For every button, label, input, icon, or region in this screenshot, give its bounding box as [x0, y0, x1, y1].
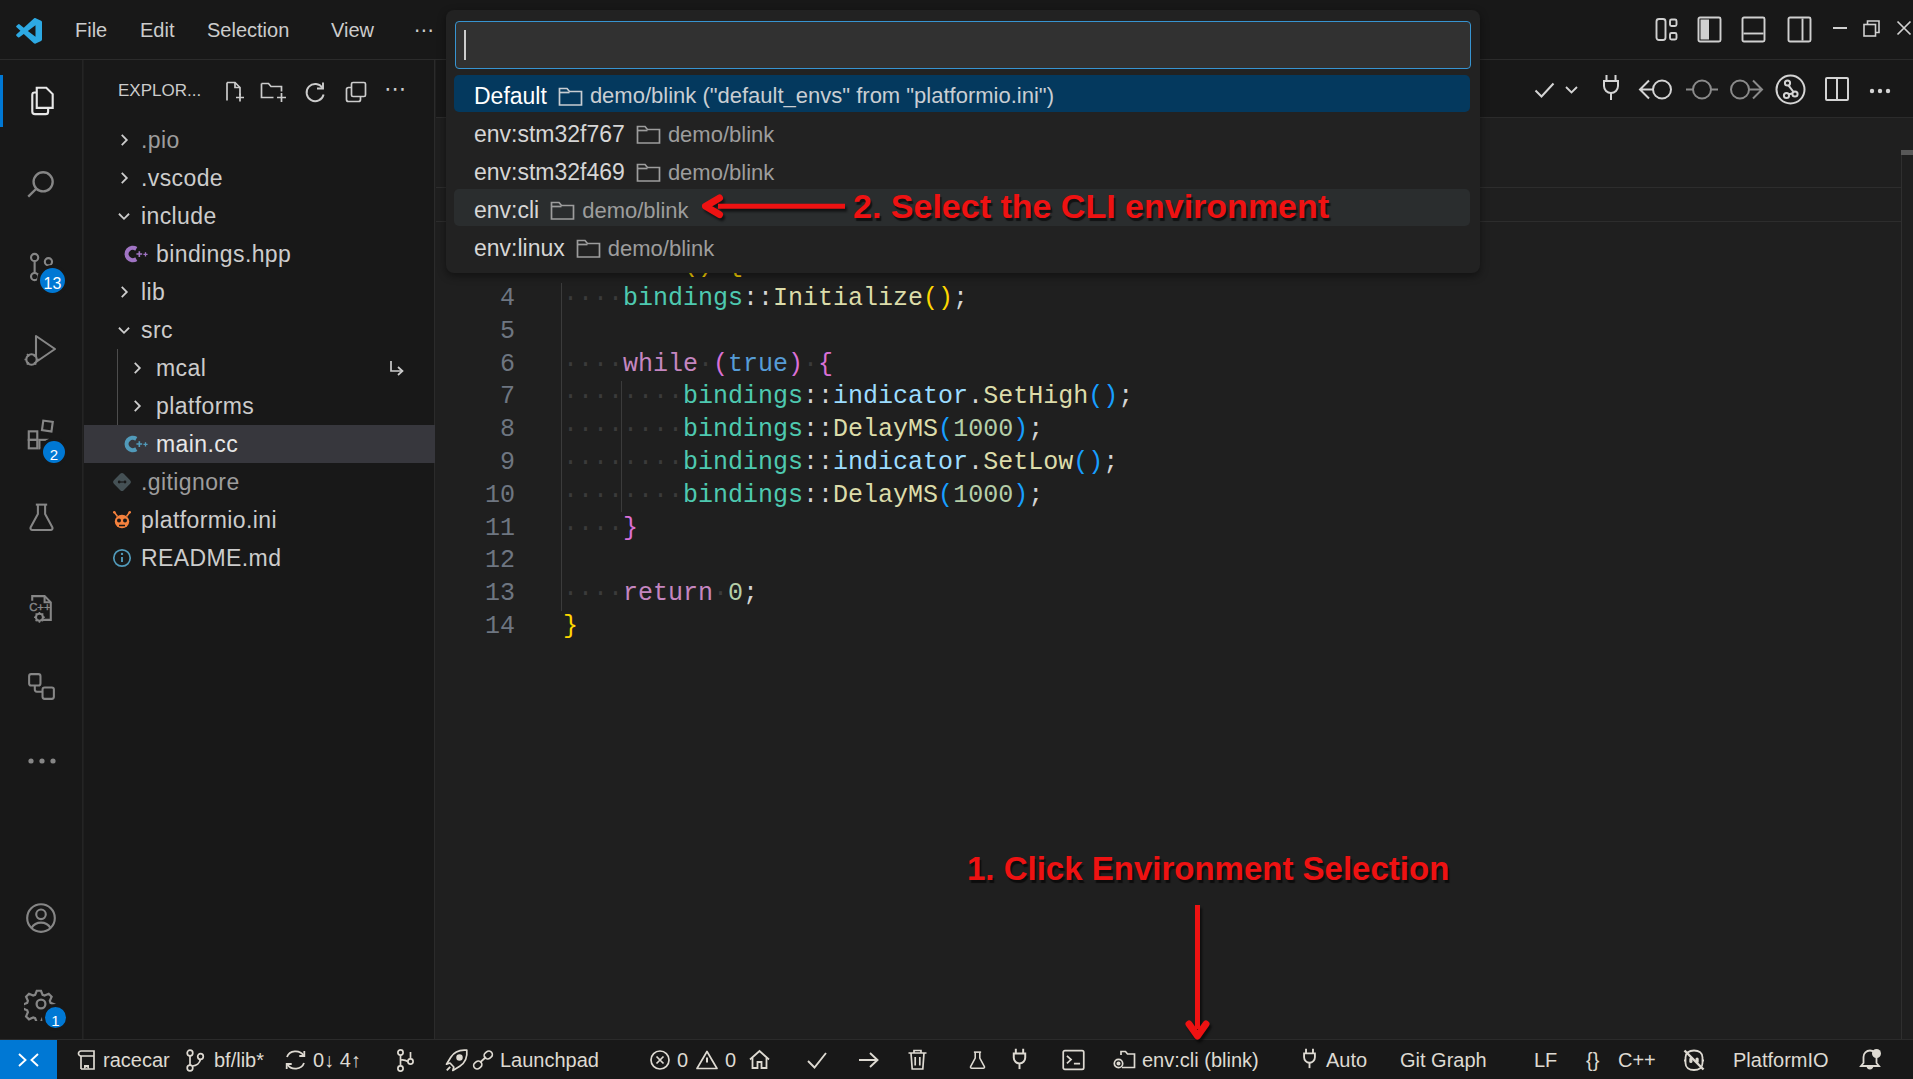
svg-text:C++: C++	[29, 601, 51, 613]
